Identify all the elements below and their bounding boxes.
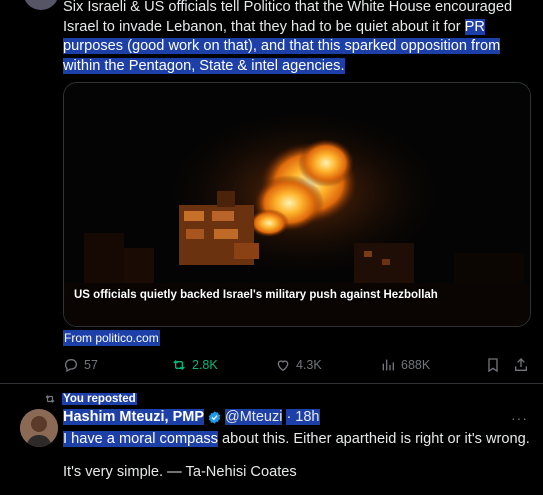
- tweet-text-plain: Six Israeli & US officials tell Politico…: [63, 0, 513, 35]
- avatar[interactable]: [23, 0, 59, 10]
- views-icon: [382, 359, 394, 371]
- reply-button[interactable]: 57: [63, 356, 98, 374]
- repost-button[interactable]: 2.8K: [171, 356, 218, 374]
- tweet-actions: 57 2.8K 4.3K 688K: [63, 356, 531, 376]
- views-button[interactable]: 688K: [380, 356, 430, 374]
- author-name[interactable]: Hashim Mteuzi, PMP: [63, 409, 204, 425]
- tweet-card[interactable]: Six Israeli & US officials tell Politico…: [0, 0, 543, 384]
- bookmark-button[interactable]: [485, 356, 506, 374]
- like-icon: [277, 360, 289, 372]
- reply-icon: [64, 359, 77, 373]
- avatar-photo: [20, 409, 58, 447]
- tweet-text-selected: I have a moral compass: [63, 431, 218, 447]
- share-button[interactable]: [513, 356, 534, 374]
- repost-indicator: You reposted: [44, 393, 137, 405]
- link-card-image[interactable]: US officials quietly backed Israel's mil…: [63, 82, 531, 327]
- avatar[interactable]: [20, 409, 58, 447]
- tweet-text-line: It's very simple. — Ta-Nehisi Coates: [63, 463, 297, 480]
- tweet-text-plain: about this. Either apartheid is right or…: [217, 431, 530, 447]
- author-handle[interactable]: @Mteuzi: [225, 409, 283, 425]
- bookmark-icon: [488, 358, 498, 373]
- like-count: 4.3K: [296, 358, 322, 372]
- tweet-card[interactable]: You reposted Hashim Mteuzi, PMP @Mteuzi …: [0, 384, 543, 490]
- share-icon: [515, 358, 527, 371]
- tweet-text: I have a moral compass about this. Eithe…: [63, 430, 531, 495]
- reply-count: 57: [84, 358, 98, 372]
- tweet-timestamp[interactable]: · 18h: [286, 409, 320, 425]
- repost-count: 2.8K: [192, 358, 218, 372]
- link-card-title: US officials quietly backed Israel's mil…: [74, 289, 438, 301]
- repost-icon: [173, 360, 185, 370]
- repost-icon: [45, 395, 55, 403]
- repost-label: You reposted: [62, 393, 137, 405]
- tweet-text: Six Israeli & US officials tell Politico…: [63, 0, 531, 76]
- views-count: 688K: [401, 358, 431, 372]
- more-icon[interactable]: ···: [511, 410, 528, 426]
- like-button[interactable]: 4.3K: [275, 356, 322, 374]
- verified-badge-icon: [208, 410, 221, 424]
- tweet-header: Hashim Mteuzi, PMP @Mteuzi · 18h: [63, 409, 320, 425]
- link-source[interactable]: From politico.com: [63, 330, 160, 346]
